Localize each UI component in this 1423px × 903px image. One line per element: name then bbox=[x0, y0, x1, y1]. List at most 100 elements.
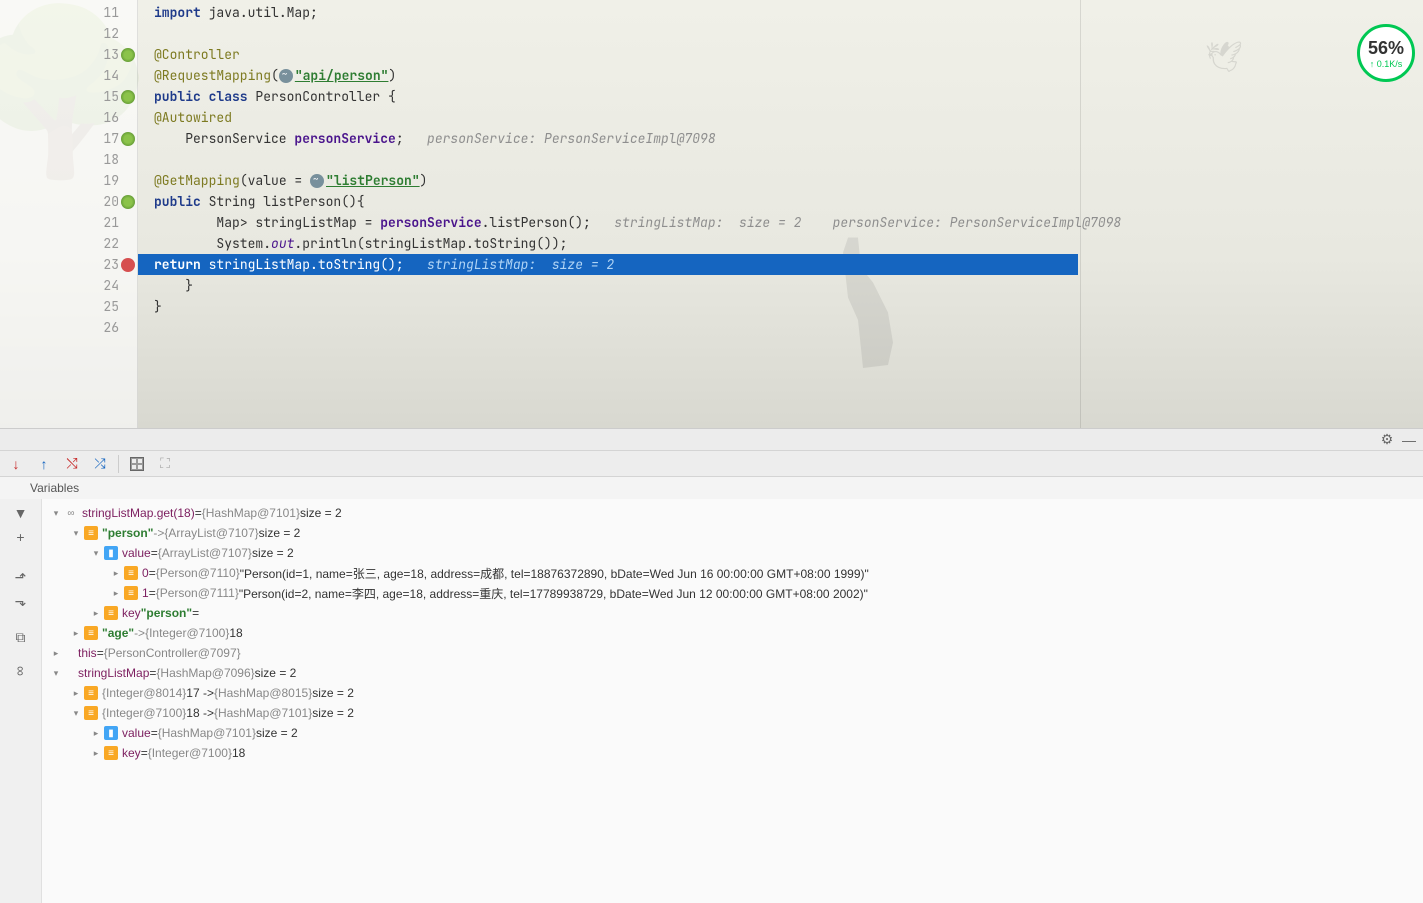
gutter-line[interactable]: 13 bbox=[0, 44, 137, 65]
spring-bean-icon[interactable] bbox=[121, 195, 135, 209]
code-line[interactable]: @Autowired bbox=[138, 107, 1423, 128]
variable-row[interactable]: ▾▮value = {ArrayList@7107} size = 2 bbox=[42, 543, 1423, 563]
gutter-line[interactable]: 16 bbox=[0, 107, 137, 128]
gear-icon[interactable]: ⚙ bbox=[1379, 432, 1395, 448]
editor-gutter[interactable]: 11121314151617181920212223242526 bbox=[0, 0, 138, 428]
tree-expander-icon[interactable]: ▸ bbox=[90, 747, 102, 759]
variable-row[interactable]: ▸▮value = {HashMap@7101} size = 2 bbox=[42, 723, 1423, 743]
code-line[interactable] bbox=[138, 149, 1423, 170]
code-line[interactable]: @Controller bbox=[138, 44, 1423, 65]
field-icon: ≡ bbox=[84, 526, 98, 540]
glasses-icon[interactable]: ∞ bbox=[11, 661, 31, 681]
variable-row[interactable]: ▾≡{Integer@7100} 18 -> {HashMap@7101} si… bbox=[42, 703, 1423, 723]
spring-bean-icon[interactable] bbox=[121, 90, 135, 104]
code-line[interactable] bbox=[138, 23, 1423, 44]
tree-expander-icon[interactable]: ▸ bbox=[110, 567, 122, 579]
variables-tab-header[interactable]: Variables bbox=[0, 477, 1423, 499]
tree-expander-icon[interactable]: ▸ bbox=[90, 607, 102, 619]
variable-row[interactable]: ▾≡"person" -> {ArrayList@7107} size = 2 bbox=[42, 523, 1423, 543]
gutter-line[interactable]: 23 bbox=[0, 254, 137, 275]
navigate-up-icon[interactable]: ⬏ bbox=[11, 567, 31, 587]
gutter-line[interactable]: 18 bbox=[0, 149, 137, 170]
evaluate-grid-icon[interactable] bbox=[127, 454, 147, 474]
gutter-line[interactable]: 24 bbox=[0, 275, 137, 296]
variable-row[interactable]: ▸this = {PersonController@7097} bbox=[42, 643, 1423, 663]
variable-row[interactable]: ▸≡0 = {Person@7110} "Person(id=1, name=张… bbox=[42, 563, 1423, 583]
tree-expander-icon[interactable]: ▾ bbox=[70, 707, 82, 719]
minimize-icon[interactable]: — bbox=[1401, 432, 1417, 448]
tree-expander-icon[interactable]: ▾ bbox=[50, 667, 62, 679]
value-icon: ▮ bbox=[104, 546, 118, 560]
gutter-line[interactable]: 25 bbox=[0, 296, 137, 317]
gutter-line[interactable]: 22 bbox=[0, 233, 137, 254]
code-line[interactable]: import java.util.Map; bbox=[138, 2, 1423, 23]
variable-row[interactable]: ▸≡key"person" = bbox=[42, 603, 1423, 623]
editor-code-body[interactable]: import java.util.Map; @Controller@Request… bbox=[138, 0, 1423, 428]
tree-expander-icon[interactable]: ▾ bbox=[70, 527, 82, 539]
variable-row[interactable]: ▸≡1 = {Person@7111} "Person(id=2, name=李… bbox=[42, 583, 1423, 603]
variable-row[interactable]: ▸≡{Integer@8014} 17 -> {HashMap@8015} si… bbox=[42, 683, 1423, 703]
code-line[interactable]: return stringListMap.toString(); stringL… bbox=[138, 254, 1078, 275]
variable-row[interactable]: ▾stringListMap = {HashMap@7096} size = 2 bbox=[42, 663, 1423, 683]
gutter-line[interactable]: 26 bbox=[0, 317, 137, 338]
variable-row[interactable]: ▸≡key = {Integer@7100} 18 bbox=[42, 743, 1423, 763]
variables-side-toolbar: ▼ + ⬏ ⬎ ⧉ ∞ bbox=[0, 499, 42, 903]
code-line[interactable]: public String listPerson(){ bbox=[138, 191, 1423, 212]
tree-expander-icon[interactable]: ▸ bbox=[110, 587, 122, 599]
gutter-line[interactable]: 14 bbox=[0, 65, 137, 86]
tree-expander-icon[interactable]: ▸ bbox=[70, 627, 82, 639]
variables-tree[interactable]: ▾∞stringListMap.get(18) = {HashMap@7101}… bbox=[42, 499, 1423, 903]
filter-icon[interactable]: ▼ bbox=[11, 503, 31, 523]
step-over-icon[interactable]: ↓ bbox=[6, 454, 26, 474]
copy-icon[interactable]: ⧉ bbox=[11, 627, 31, 647]
navigate-down-icon[interactable]: ⬎ bbox=[11, 591, 31, 611]
field-icon: ≡ bbox=[104, 746, 118, 760]
debug-toolbar: ↓ ↑ ⤭ ⤮ ⛶ bbox=[0, 451, 1423, 477]
gutter-line[interactable]: 15 bbox=[0, 86, 137, 107]
code-line[interactable]: System.out.println(stringListMap.toStrin… bbox=[138, 233, 1423, 254]
step-out-icon[interactable]: ⤮ bbox=[90, 454, 110, 474]
debug-panel: ⚙ — ↓ ↑ ⤭ ⤮ ⛶ Variables ▼ + ⬏ ⬎ ⧉ ∞ ▾∞st… bbox=[0, 428, 1423, 903]
code-editor[interactable]: 🌳 🕊 11121314151617181920212223242526 imp… bbox=[0, 0, 1423, 428]
variable-row[interactable]: ▾∞stringListMap.get(18) = {HashMap@7101}… bbox=[42, 503, 1423, 523]
tree-expander-icon[interactable]: ▸ bbox=[50, 647, 62, 659]
force-step-icon[interactable]: ⤭ bbox=[62, 454, 82, 474]
field-icon: ≡ bbox=[84, 626, 98, 640]
url-icon bbox=[310, 174, 324, 188]
spring-bean-icon[interactable] bbox=[121, 132, 135, 146]
code-line[interactable]: Map> stringListMap = personService.listP… bbox=[138, 212, 1423, 233]
gutter-line[interactable]: 21 bbox=[0, 212, 137, 233]
gutter-line[interactable]: 11 bbox=[0, 2, 137, 23]
tree-expander-icon[interactable]: ▾ bbox=[90, 547, 102, 559]
spring-bean-icon[interactable] bbox=[121, 48, 135, 62]
tree-expander-icon[interactable]: ▸ bbox=[70, 687, 82, 699]
network-speed-widget[interactable]: 56% ↑ 0.1K/s bbox=[1357, 24, 1415, 82]
panel-header-toolbar: ⚙ — bbox=[0, 429, 1423, 451]
expand-icon[interactable]: ⛶ bbox=[155, 454, 175, 474]
speed-rate: ↑ 0.1K/s bbox=[1370, 59, 1403, 69]
breakpoint-icon[interactable] bbox=[121, 258, 135, 272]
value-icon: ▮ bbox=[104, 726, 118, 740]
variable-row[interactable]: ▸≡"age" -> {Integer@7100} 18 bbox=[42, 623, 1423, 643]
step-into-icon[interactable]: ↑ bbox=[34, 454, 54, 474]
gutter-line[interactable]: 12 bbox=[0, 23, 137, 44]
field-icon: ≡ bbox=[104, 606, 118, 620]
speed-percent: 56% bbox=[1368, 38, 1404, 59]
code-line[interactable]: PersonService personService; personServi… bbox=[138, 128, 1423, 149]
code-line[interactable]: public class PersonController { bbox=[138, 86, 1423, 107]
code-line[interactable]: @GetMapping(value = "listPerson") bbox=[138, 170, 1423, 191]
field-icon: ≡ bbox=[124, 566, 138, 580]
code-line[interactable] bbox=[138, 317, 1423, 338]
code-line[interactable]: } bbox=[138, 275, 1423, 296]
code-line[interactable]: } bbox=[138, 296, 1423, 317]
tree-expander-icon[interactable]: ▸ bbox=[90, 727, 102, 739]
gutter-line[interactable]: 20 bbox=[0, 191, 137, 212]
tree-expander-icon[interactable]: ▾ bbox=[50, 507, 62, 519]
code-line[interactable]: @RequestMapping("api/person") bbox=[138, 65, 1423, 86]
watch-glasses-icon: ∞ bbox=[64, 506, 78, 520]
gutter-line[interactable]: 17 bbox=[0, 128, 137, 149]
gutter-line[interactable]: 19 bbox=[0, 170, 137, 191]
param-icon bbox=[64, 646, 74, 660]
param-icon bbox=[64, 666, 74, 680]
add-watch-icon[interactable]: + bbox=[11, 527, 31, 547]
